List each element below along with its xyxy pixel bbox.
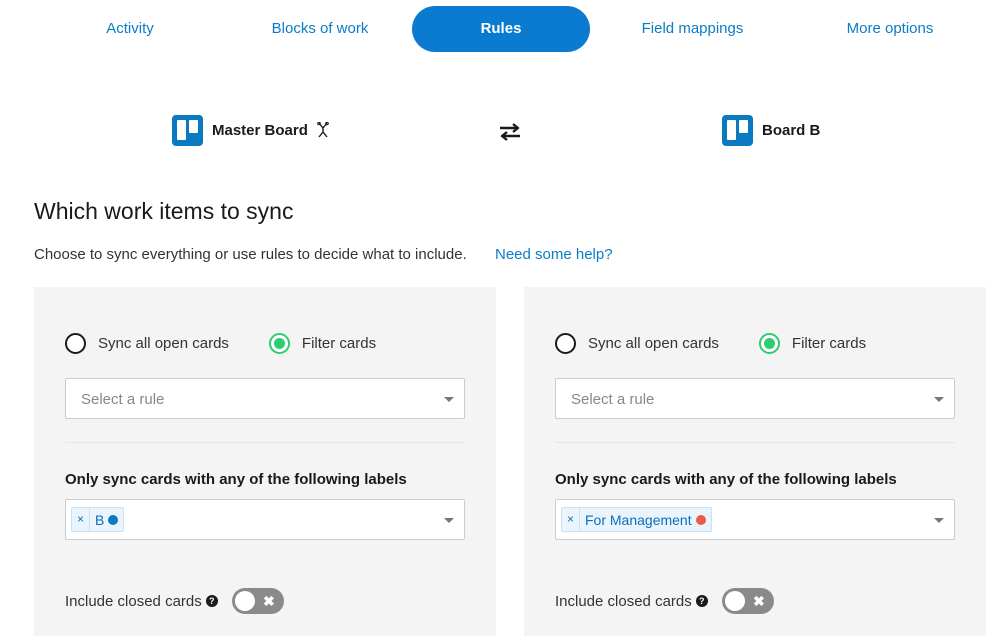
chip-remove-icon[interactable]: × [72,508,90,531]
radio-checked-icon[interactable] [268,333,290,354]
rules-panel-left: Sync all open cards Filter cards Select … [34,287,496,636]
radio-sync-all-label: Sync all open cards [98,335,229,352]
swap-arrows-icon[interactable] [498,122,522,142]
radio-unchecked-icon[interactable] [65,333,86,354]
merge-icon [317,122,329,138]
board-left: Master Board [172,114,330,146]
tab-rules[interactable]: Rules [412,6,590,52]
include-closed-label: Include closed cards [65,592,202,610]
radio-filter-label: Filter cards [301,335,377,352]
label-multiselect[interactable]: × For Management [555,499,955,540]
trello-board-icon [722,114,753,146]
label-color-dot [695,514,706,525]
radio-filter-label: Filter cards [791,335,867,352]
include-closed-row: Include closed cards ? ✖ [555,588,774,614]
tab-field-mappings[interactable]: Field mappings [610,6,775,52]
radio-checked-icon[interactable] [758,333,780,354]
sync-mode-radio-group: Sync all open cards Filter cards [555,333,866,354]
sync-mode-radio-group: Sync all open cards Filter cards [65,333,376,354]
label-chip: × B [71,507,125,532]
trello-board-icon [172,114,203,146]
chip-label: For Management [585,511,692,528]
help-circle-icon[interactable]: ? [695,595,708,607]
toggle-knob [234,591,255,611]
radio-sync-all[interactable]: Sync all open cards [555,333,719,354]
include-closed-toggle[interactable]: ✖ [721,588,774,614]
caret-down-icon [444,518,454,523]
help-circle-icon[interactable]: ? [205,595,218,607]
radio-sync-all[interactable]: Sync all open cards [65,333,229,354]
caret-down-icon [934,518,944,523]
divider [65,442,465,443]
include-closed-label: Include closed cards [555,592,692,610]
include-closed-row: Include closed cards ? ✖ [65,588,284,614]
rules-panel-right: Sync all open cards Filter cards Select … [524,287,986,636]
radio-sync-all-label: Sync all open cards [588,335,719,352]
rule-select-placeholder: Select a rule [81,391,165,408]
radio-filter-cards[interactable]: Filter cards [758,333,867,354]
board-left-name: Master Board [212,121,308,139]
include-closed-toggle[interactable]: ✖ [231,588,284,614]
label-multiselect[interactable]: × B [65,499,465,540]
tab-blocks-of-work[interactable]: Blocks of work [240,6,400,52]
labels-filter-title: Only sync cards with any of the followin… [65,471,407,488]
tab-activity[interactable]: Activity [60,6,200,52]
labels-filter-title: Only sync cards with any of the followin… [555,471,897,488]
toggle-knob [724,591,745,611]
rule-select[interactable]: Select a rule [555,378,955,419]
label-chip: × For Management [561,507,712,532]
rule-select-placeholder: Select a rule [571,391,655,408]
section-description: Choose to sync everything or use rules t… [34,246,467,263]
toggle-off-x-icon: ✖ [753,593,765,609]
chip-remove-icon[interactable]: × [562,508,580,531]
toggle-off-x-icon: ✖ [263,593,275,609]
caret-down-icon [444,397,454,402]
board-right: Board B [722,114,820,146]
radio-filter-cards[interactable]: Filter cards [268,333,377,354]
radio-unchecked-icon[interactable] [555,333,576,354]
chip-label: B [95,511,105,528]
tab-more-options[interactable]: More options [810,6,970,52]
divider [555,442,955,443]
section-title: Which work items to sync [34,198,294,224]
caret-down-icon [934,397,944,402]
rule-select[interactable]: Select a rule [65,378,465,419]
top-tabs: Activity Blocks of work Rules Field mapp… [0,0,999,58]
board-right-name: Board B [762,121,821,139]
need-help-link[interactable]: Need some help? [495,246,613,263]
label-color-dot [108,514,119,525]
